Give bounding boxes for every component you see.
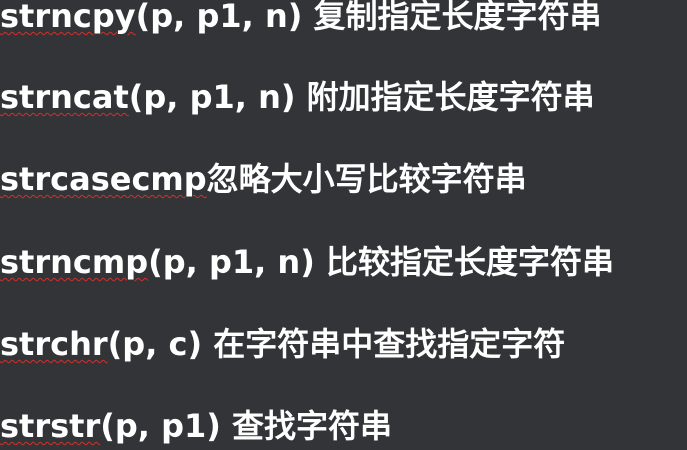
function-name: strchr [0,325,108,363]
function-name: strcasecmp [0,160,207,198]
function-line-strcasecmp: strcasecmp忽略大小写比较字符串 [0,155,527,203]
function-name: strncat [0,78,129,116]
function-line-strncpy: strncpy(p, p1, n) 复制指定长度字符串 [0,0,602,40]
function-line-strncat: strncat(p, p1, n) 附加指定长度字符串 [0,73,595,121]
function-line-strstr: strstr(p, p1) 查找字符串 [0,402,392,450]
function-line-strncmp: strncmp(p, p1, n) 比较指定长度字符串 [0,238,614,286]
function-description: (p, p1, n) 复制指定长度字符串 [135,0,602,35]
function-description: 忽略大小写比较字符串 [206,160,527,198]
function-description: (p, p1, n) 附加指定长度字符串 [128,78,595,116]
function-line-strchr: strchr(p, c) 在字符串中查找指定字符 [0,320,565,368]
function-name: strstr [0,407,101,445]
function-description: (p, p1) 查找字符串 [100,407,393,445]
function-description: (p, c) 在字符串中查找指定字符 [107,325,566,363]
slide-content: strncpy(p, p1, n) 复制指定长度字符串 strncat(p, p… [0,0,687,450]
function-name: strncpy [0,0,136,35]
function-description: (p, p1, n) 比较指定长度字符串 [148,243,614,281]
function-name: strncmp [0,243,149,281]
